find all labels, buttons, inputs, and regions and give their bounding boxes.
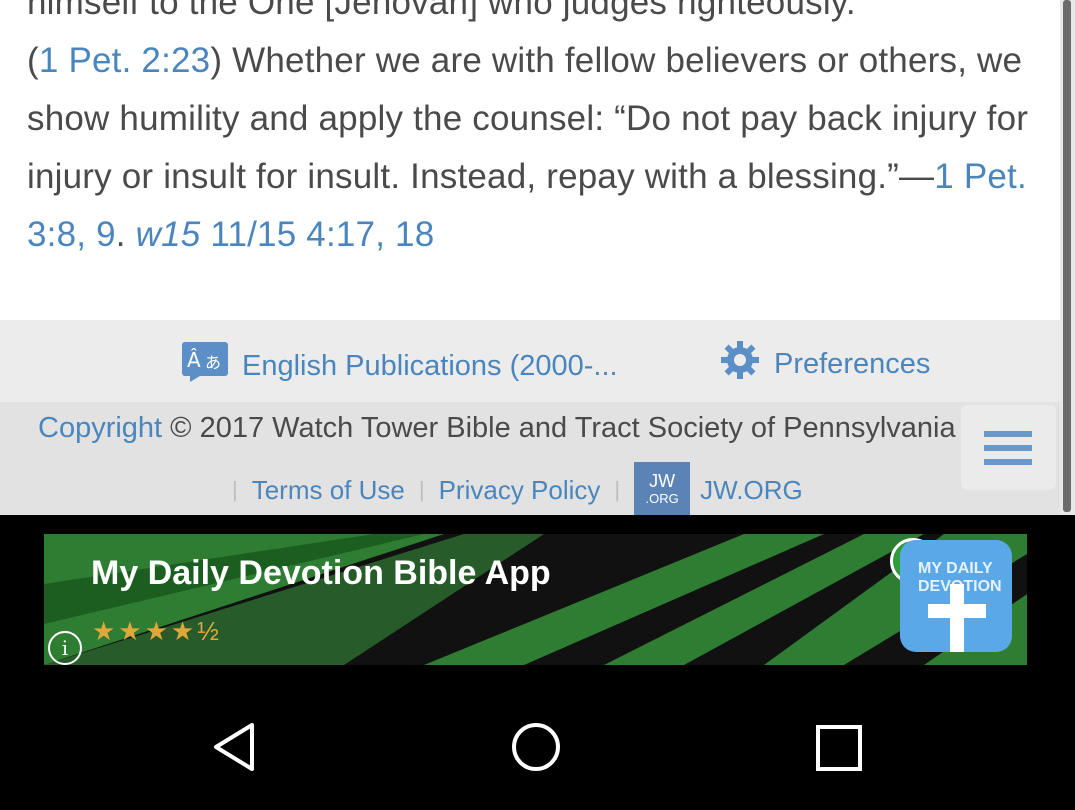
ad-rating-stars: ★★★★½ bbox=[92, 616, 222, 646]
copyright-line: Copyright © 2017 Watch Tower Bible and T… bbox=[38, 412, 956, 445]
open-paren: ( bbox=[27, 41, 39, 80]
hamburger-line bbox=[984, 459, 1032, 465]
logo-text-bottom: .ORG bbox=[645, 491, 679, 506]
footer-links: | Terms of Use | Privacy Policy | JW .OR… bbox=[232, 462, 803, 515]
app-icon[interactable]: MY DAILY DEVOTION bbox=[900, 540, 1012, 652]
cross-icon-bar bbox=[928, 604, 986, 618]
separator: | bbox=[232, 477, 238, 502]
cross-icon bbox=[950, 584, 964, 652]
app-icon-text: MY DAILY DEVOTION bbox=[918, 560, 1002, 595]
language-selector[interactable]: Â あ English Publications (2000-... bbox=[182, 342, 618, 390]
home-circle-icon[interactable] bbox=[510, 721, 562, 778]
copyright-text: © 2017 Watch Tower Bible and Tract Socie… bbox=[162, 412, 956, 444]
scrollbar-thumb[interactable] bbox=[1063, 0, 1071, 512]
language-label: English Publications (2000-... bbox=[242, 349, 618, 382]
android-navigation-bar bbox=[0, 685, 1075, 810]
terms-of-use-link[interactable]: Terms of Use bbox=[252, 475, 405, 506]
article-line-1: himself to the One [Jehovah] who judges … bbox=[27, 0, 856, 22]
jw-org-link[interactable]: JW.ORG bbox=[700, 475, 803, 506]
reference-link-w15[interactable]: w15 bbox=[136, 215, 201, 254]
jw-org-logo[interactable]: JW .ORG bbox=[634, 462, 691, 515]
preferences-label: Preferences bbox=[774, 347, 931, 380]
site-footer: Copyright © 2017 Watch Tower Bible and T… bbox=[0, 402, 1060, 515]
preferences-button[interactable]: Preferences bbox=[720, 340, 930, 388]
ad-title[interactable]: My Daily Devotion Bible App bbox=[91, 554, 551, 593]
separator: | bbox=[614, 477, 621, 502]
svg-text:あ: あ bbox=[205, 353, 221, 372]
back-triangle-icon[interactable] bbox=[212, 721, 256, 778]
hamburger-line bbox=[984, 445, 1032, 451]
period: . bbox=[115, 215, 136, 254]
translate-icon: Â あ bbox=[182, 342, 228, 390]
logo-text-top: JW bbox=[649, 471, 676, 491]
privacy-policy-link[interactable]: Privacy Policy bbox=[439, 475, 601, 506]
ad-banner[interactable]: My Daily Devotion Bible App ★★★★½ ▼ MY D… bbox=[44, 534, 1027, 665]
svg-text:Â: Â bbox=[187, 348, 201, 372]
gear-icon bbox=[720, 340, 760, 388]
reference-link-issue[interactable]: 11/15 4:17, 18 bbox=[200, 215, 434, 254]
hamburger-icon bbox=[984, 431, 1032, 437]
menu-button[interactable] bbox=[961, 405, 1056, 490]
scripture-link-1-pet-2-23[interactable]: 1 Pet. 2:23 bbox=[39, 41, 211, 80]
info-icon[interactable]: i bbox=[48, 631, 82, 665]
scrollbar[interactable] bbox=[1060, 0, 1075, 515]
article-text: himself to the One [Jehovah] who judges … bbox=[27, 0, 1037, 264]
copyright-link[interactable]: Copyright bbox=[38, 412, 162, 444]
separator: | bbox=[418, 477, 425, 502]
info-glyph: i bbox=[61, 636, 69, 660]
article-page: himself to the One [Jehovah] who judges … bbox=[0, 0, 1060, 515]
language-preferences-bar: Â あ English Publications (2000-... Prefe… bbox=[0, 320, 1060, 402]
recents-square-icon[interactable] bbox=[816, 725, 862, 776]
